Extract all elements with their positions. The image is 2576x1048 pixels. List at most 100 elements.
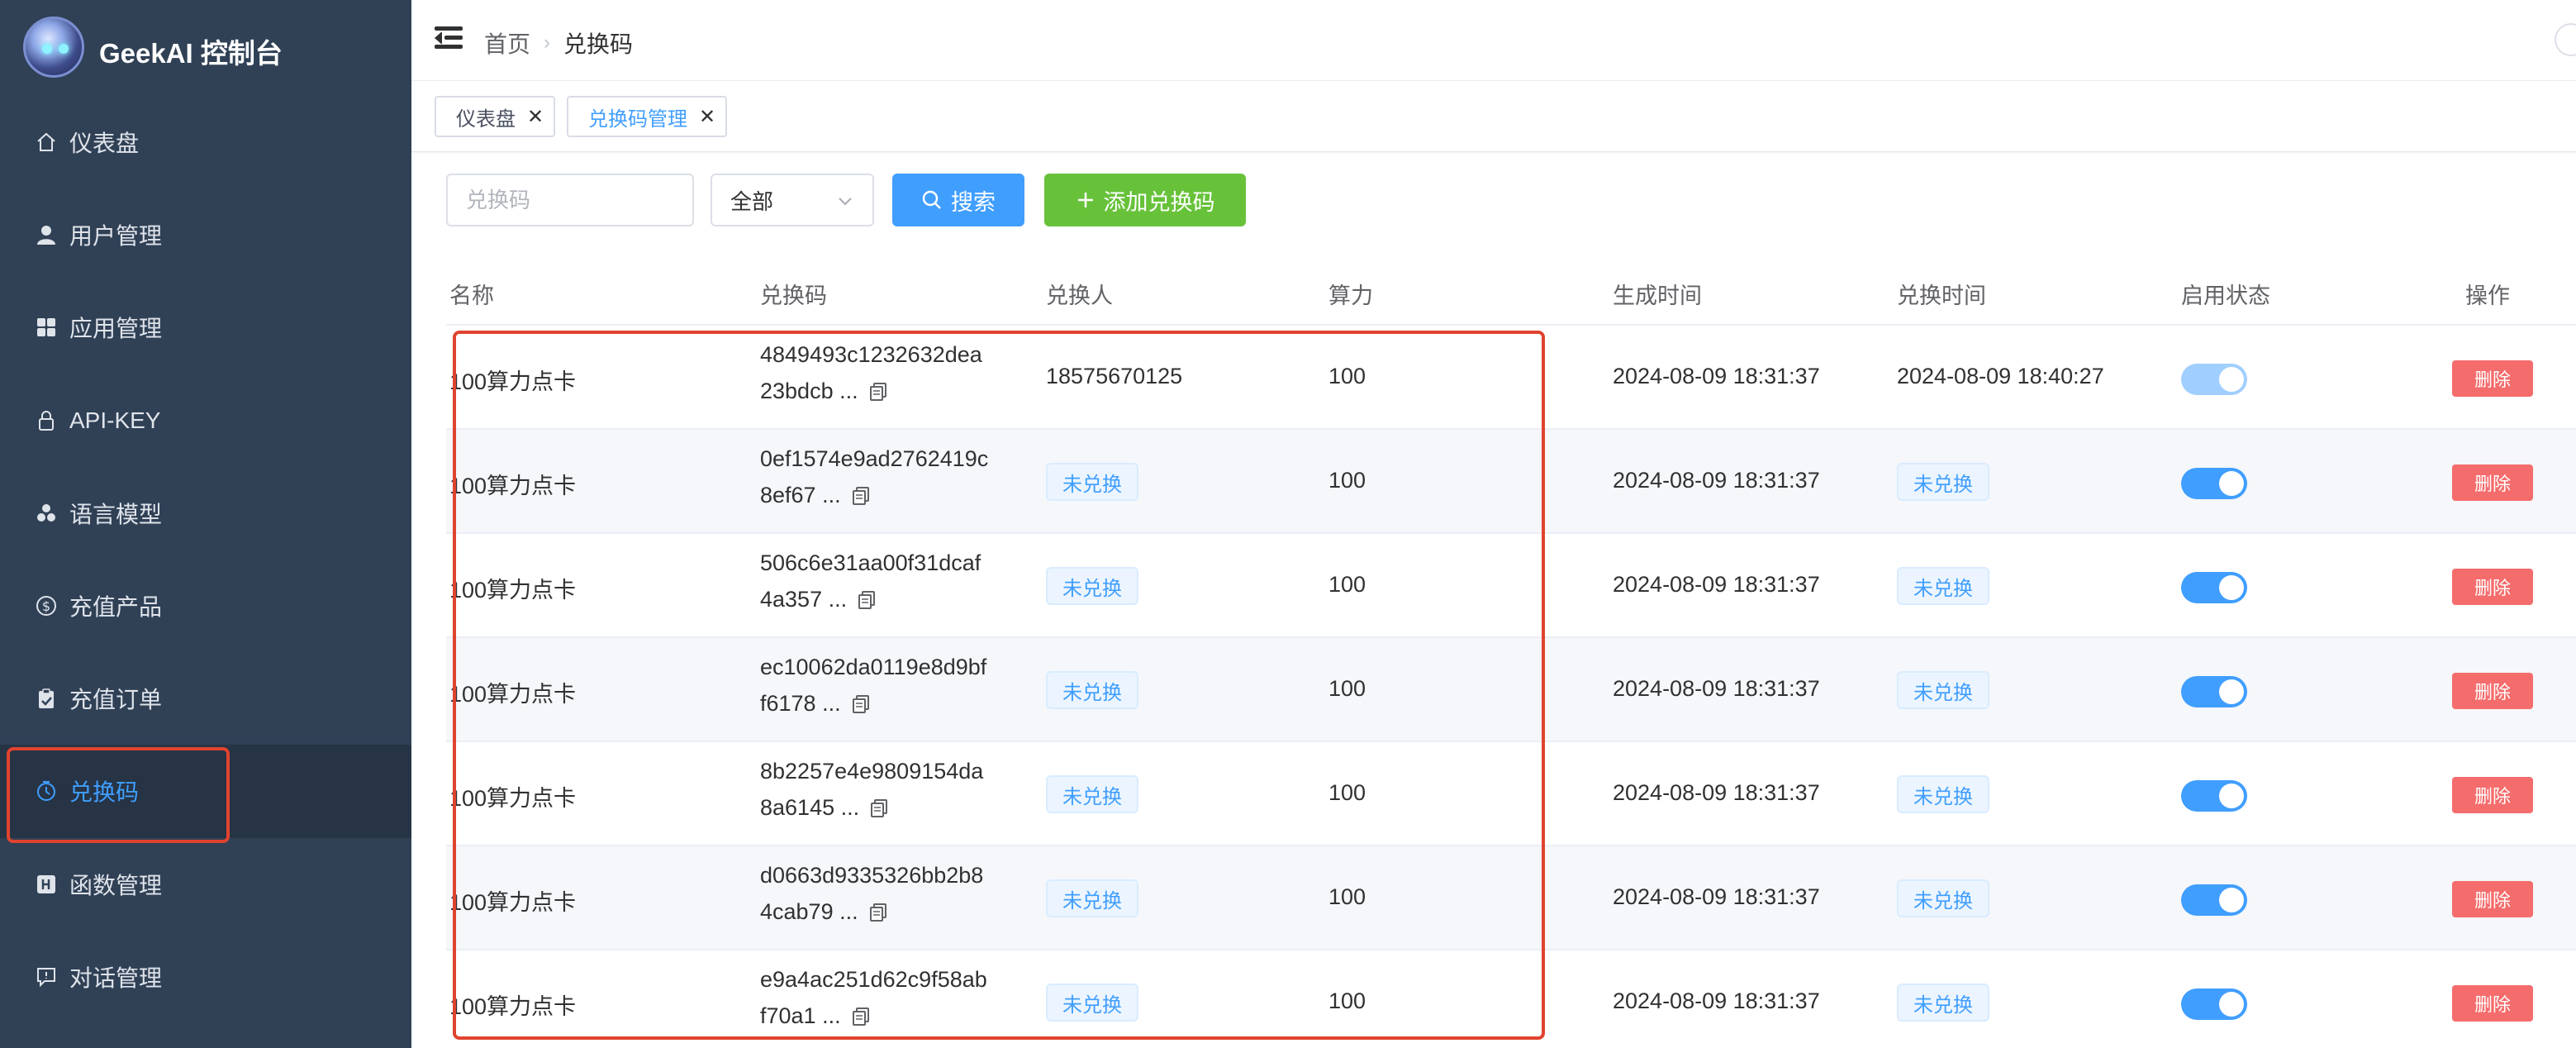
cell-name: 100算力点卡 bbox=[449, 369, 577, 394]
sidebar-item-label: 函数管理 bbox=[69, 872, 163, 898]
sidebar-item-9[interactable]: 对话管理 bbox=[0, 931, 411, 1023]
tag-label: 仪表盘 bbox=[456, 107, 516, 131]
toggle-knob bbox=[2219, 888, 2244, 912]
tag-dashboard[interactable]: 仪表盘 ✕ bbox=[435, 96, 556, 137]
copy-icon[interactable] bbox=[868, 902, 890, 923]
delete-button[interactable]: 删除 bbox=[2452, 881, 2533, 917]
enabled-toggle-switch[interactable] bbox=[2181, 468, 2247, 499]
sidebar-item-0[interactable]: 仪表盘 bbox=[0, 96, 411, 188]
cell-created-time: 2024-08-09 18:31:37 bbox=[1613, 988, 1820, 1013]
sidebar-item-6[interactable]: 充值订单 bbox=[0, 652, 411, 745]
chevron-down-icon bbox=[839, 198, 852, 206]
cell-name: 100算力点卡 bbox=[449, 786, 577, 811]
column-header: 算力 bbox=[1328, 283, 1373, 308]
close-icon[interactable]: ✕ bbox=[699, 105, 715, 129]
redeemed-status-tag: 未兑换 bbox=[1897, 984, 1989, 1022]
enabled-toggle-switch[interactable] bbox=[2181, 884, 2247, 916]
cell-name: 100算力点卡 bbox=[449, 474, 577, 498]
cell-code-line2: 8a6145 ... bbox=[760, 795, 891, 821]
timer-icon bbox=[35, 779, 58, 803]
toggle-knob bbox=[2219, 471, 2244, 496]
copy-icon[interactable] bbox=[857, 589, 878, 611]
toggle-knob bbox=[2219, 784, 2244, 808]
sidebar-item-label: 仪表盘 bbox=[69, 131, 140, 157]
cell-name: 100算力点卡 bbox=[449, 682, 577, 707]
sidebar-item-label: 充值产品 bbox=[69, 594, 163, 621]
table-row: 100算力点卡 506c6e31aa00f31dcaf 4a357 ... 未兑换 10… bbox=[446, 534, 2576, 638]
redeemer-status-tag: 未兑换 bbox=[1046, 984, 1138, 1022]
delete-button[interactable]: 删除 bbox=[2452, 464, 2533, 501]
breadcrumb: 首页 › 兑换码 bbox=[484, 26, 633, 60]
close-icon[interactable]: ✕ bbox=[527, 105, 544, 129]
delete-button[interactable]: 删除 bbox=[2452, 673, 2533, 709]
cell-created-time: 2024-08-09 18:31:37 bbox=[1613, 884, 1820, 909]
toggle-knob bbox=[2219, 575, 2244, 600]
code-text: 4a357 ... bbox=[760, 587, 848, 612]
delete-button[interactable]: 删除 bbox=[2452, 985, 2533, 1022]
column-header: 操作 bbox=[2465, 283, 2510, 308]
cell-created-time: 2024-08-09 18:31:37 bbox=[1613, 468, 1820, 493]
enabled-toggle-switch[interactable] bbox=[2181, 572, 2247, 603]
table-row: 100算力点卡 d0663d9335326bb2b8 4cab79 ... 未兑换 10… bbox=[446, 846, 2576, 950]
cell-code-line2: 8ef67 ... bbox=[760, 483, 872, 508]
sidebar-logo[interactable]: GeekAI 控制台 bbox=[0, 0, 411, 94]
cell-power: 100 bbox=[1328, 884, 1366, 909]
sidebar-menu: 仪表盘用户管理 应用管理 API-KEY 语言模型 $ 充值产品 充值订单 兑换码函数管理对话… bbox=[0, 96, 411, 1023]
add-button-label: 添加兑换码 bbox=[1103, 189, 1215, 215]
tag-redeem-code-management[interactable]: 兑换码管理 ✕ bbox=[567, 96, 728, 137]
sidebar-item-label: 对话管理 bbox=[69, 965, 163, 991]
breadcrumb-current: 兑换码 bbox=[563, 31, 634, 57]
delete-button[interactable]: 删除 bbox=[2452, 360, 2533, 397]
breadcrumb-home[interactable]: 首页 bbox=[484, 26, 530, 60]
add-redeem-code-button[interactable]: 添加兑换码 bbox=[1044, 174, 1246, 226]
code-text: f6178 ... bbox=[760, 691, 841, 716]
status-select[interactable]: 全部 bbox=[711, 174, 874, 226]
cell-created-time: 2024-08-09 18:31:37 bbox=[1613, 364, 1820, 388]
cell-power: 100 bbox=[1328, 572, 1366, 597]
redeemer-status-tag: 未兑换 bbox=[1046, 463, 1138, 501]
copy-icon[interactable] bbox=[851, 1006, 872, 1027]
enabled-toggle-switch[interactable] bbox=[2181, 364, 2247, 395]
function-icon bbox=[35, 873, 58, 896]
cell-name: 100算力点卡 bbox=[449, 890, 577, 915]
user-avatar[interactable] bbox=[2555, 23, 2576, 56]
delete-button[interactable]: 删除 bbox=[2452, 777, 2533, 813]
redeemer-status-tag: 未兑换 bbox=[1046, 671, 1138, 709]
copy-icon[interactable] bbox=[851, 693, 872, 715]
redeemer-status-tag: 未兑换 bbox=[1046, 775, 1138, 813]
copy-icon[interactable] bbox=[868, 381, 890, 403]
enabled-toggle-switch[interactable] bbox=[2181, 676, 2247, 707]
search-icon bbox=[921, 189, 943, 211]
cell-created-time: 2024-08-09 18:31:37 bbox=[1613, 676, 1820, 701]
cell-power: 100 bbox=[1328, 364, 1366, 388]
column-header: 启用状态 bbox=[2181, 283, 2270, 308]
redeem-code-search-input[interactable] bbox=[446, 174, 694, 226]
cell-power: 100 bbox=[1328, 780, 1366, 805]
cell-code-line1: 4849493c1232632dea bbox=[760, 342, 982, 367]
tags-view: 仪表盘 ✕ 兑换码管理 ✕ bbox=[411, 81, 2576, 152]
enabled-toggle-switch[interactable] bbox=[2181, 988, 2247, 1020]
redeem-code-table: 名称 兑换码 兑换人 算力 生成时间 兑换时间 启用状态 操作 100算力点卡 4849493c… bbox=[446, 263, 2576, 1048]
enabled-toggle-switch[interactable] bbox=[2181, 780, 2247, 812]
cell-name: 100算力点卡 bbox=[449, 994, 577, 1019]
user-icon bbox=[35, 223, 58, 246]
sidebar-item-7[interactable]: 兑换码 bbox=[0, 745, 411, 838]
sidebar-item-2[interactable]: 应用管理 bbox=[0, 281, 411, 374]
search-button[interactable]: 搜索 bbox=[892, 174, 1024, 226]
copy-icon[interactable] bbox=[869, 798, 891, 819]
copy-icon[interactable] bbox=[851, 485, 872, 507]
sidebar-item-4[interactable]: 语言模型 bbox=[0, 467, 411, 560]
cell-created-time: 2024-08-09 18:31:37 bbox=[1613, 780, 1820, 805]
cubes-icon bbox=[35, 502, 58, 525]
sidebar-item-3[interactable]: API-KEY bbox=[0, 374, 411, 467]
sidebar-item-8[interactable]: 函数管理 bbox=[0, 838, 411, 931]
sidebar-item-1[interactable]: 用户管理 bbox=[0, 188, 411, 281]
code-text: 8ef67 ... bbox=[760, 483, 841, 507]
cell-redeemer: 18575670125 bbox=[1046, 364, 1183, 388]
delete-button[interactable]: 删除 bbox=[2452, 569, 2533, 605]
cell-code-line1: d0663d9335326bb2b8 bbox=[760, 863, 984, 888]
code-text: 4cab79 ... bbox=[760, 899, 858, 924]
tag-label: 兑换码管理 bbox=[588, 107, 687, 131]
sidebar-item-5[interactable]: $ 充值产品 bbox=[0, 560, 411, 652]
hamburger-menu-icon[interactable] bbox=[435, 26, 463, 50]
